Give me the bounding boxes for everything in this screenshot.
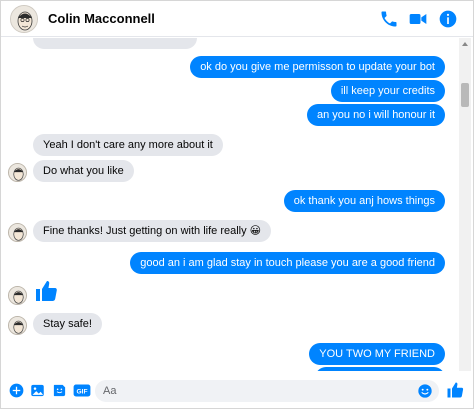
plus-icon[interactable] <box>9 383 24 398</box>
contact-avatar-small <box>8 163 27 182</box>
contact-avatar-small <box>8 316 27 335</box>
thumbs-up-icon[interactable] <box>446 381 464 399</box>
message-bubble-incoming: Stay safe! <box>33 313 102 335</box>
message-bubble-incoming: Fine thanks! Just getting on with life r… <box>33 220 272 242</box>
message-bubble-outgoing-partial <box>315 367 445 371</box>
message-composer: GIF <box>1 373 473 408</box>
message-bubble-incoming: Yeah I don't care any more about it <box>33 134 223 156</box>
contact-name[interactable]: Colin Macconnell <box>48 11 155 26</box>
message-input-wrapper <box>95 380 439 402</box>
message-bubble-incoming: Do what you like <box>33 160 134 182</box>
info-icon[interactable] <box>438 9 458 29</box>
message-bubble-outgoing: an you no i will honour it <box>306 104 445 126</box>
message-scrollbar[interactable] <box>459 38 471 371</box>
gif-icon[interactable]: GIF <box>73 383 91 398</box>
message-bubble-outgoing: good an i am glad stay in touch please y… <box>130 252 445 274</box>
contact-avatar-small <box>8 286 27 305</box>
chat-window: Colin Macconnell ok do you give me permi… <box>0 0 474 409</box>
phone-icon[interactable] <box>379 9 399 29</box>
chat-header: Colin Macconnell <box>1 1 473 37</box>
emoji-icon[interactable] <box>417 383 433 399</box>
sticker-icon[interactable] <box>52 383 67 398</box>
image-icon[interactable] <box>30 383 45 398</box>
message-bubble-outgoing: ok thank you anj hows things <box>283 190 445 212</box>
message-bubble-outgoing: ill keep your credits <box>330 80 445 102</box>
message-bubble-outgoing: ok do you give me permisson to update yo… <box>190 56 445 78</box>
scroll-thumb[interactable] <box>461 83 469 107</box>
message-bubble-outgoing: YOU TWO MY FRIEND <box>309 343 445 365</box>
thumbs-up-icon <box>34 279 58 303</box>
message-input[interactable] <box>103 380 403 402</box>
message-bubble-incoming-partial <box>33 38 197 49</box>
contact-avatar-small <box>8 223 27 242</box>
message-list[interactable]: ok do you give me permisson to update yo… <box>1 38 459 371</box>
video-camera-icon[interactable] <box>408 9 428 29</box>
scroll-up-arrow[interactable] <box>462 42 468 46</box>
svg-text:GIF: GIF <box>77 389 88 396</box>
contact-avatar[interactable] <box>10 5 38 33</box>
